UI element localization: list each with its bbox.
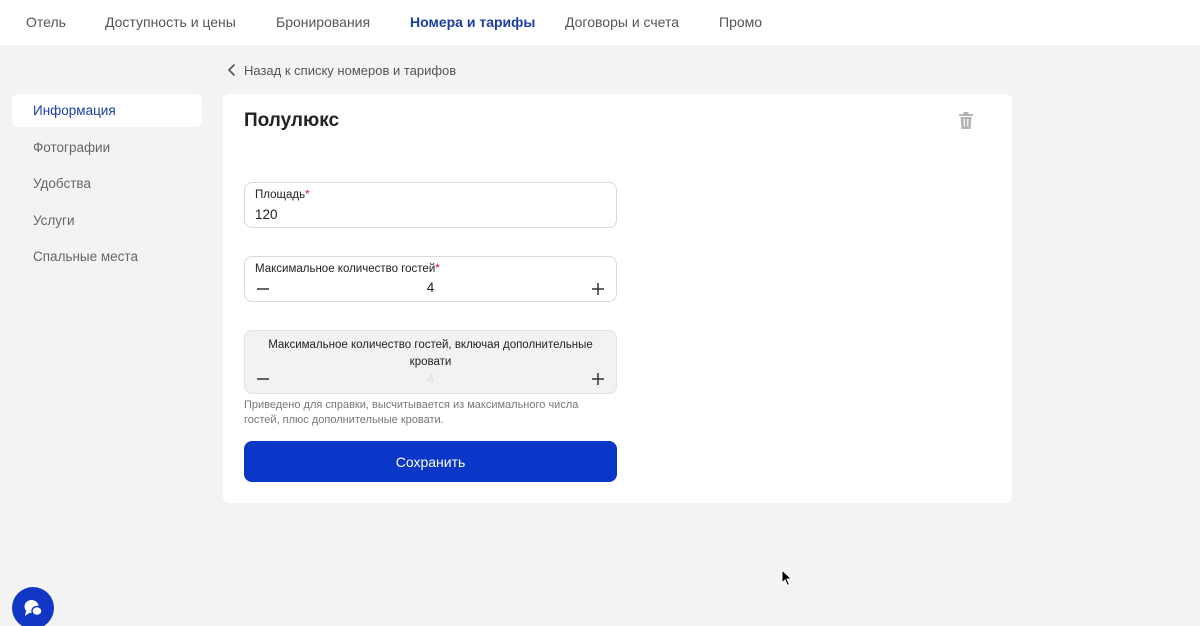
hint-text: Приведено для справки, высчитывается из … (244, 399, 579, 426)
page-title: Полулюкс (244, 110, 340, 131)
sidebar-item-information[interactable]: Информация (12, 94, 202, 127)
tab-contracts-invoices[interactable]: Договоры и счета (565, 14, 679, 30)
tab-promo[interactable]: Промо (719, 14, 762, 30)
trash-icon[interactable] (956, 110, 976, 130)
chevron-left-icon (228, 64, 235, 76)
tab-hotel[interactable]: Отель (26, 14, 66, 30)
sidebar-item-amenities[interactable]: Удобства (12, 167, 202, 200)
top-navigation: Отель Доступность и цены Бронирования Но… (0, 0, 1200, 45)
area-label: Площадь* (255, 189, 310, 201)
max-guests-value: 4 (426, 280, 435, 295)
max-guests-label: Максимальное количество гостей* (255, 263, 440, 275)
required-mark: * (305, 189, 310, 201)
sidebar-item-beds[interactable]: Спальные места (12, 240, 202, 273)
sidebar-item-photos[interactable]: Фотографии (12, 131, 202, 164)
chat-button[interactable] (12, 587, 54, 626)
plus-icon[interactable] (590, 371, 606, 387)
max-guests-extra-stepper: Максимальное количество гостей, включая … (244, 330, 617, 394)
back-link-label: Назад к списку номеров и тарифов (244, 62, 457, 78)
area-field: Площадь* (244, 182, 617, 228)
area-input[interactable] (255, 207, 595, 222)
tab-rooms-rates[interactable]: Номера и тарифы (410, 14, 535, 30)
sidebar-item-services[interactable]: Услуги (12, 204, 202, 237)
sidebar: Информация Фотографии Удобства Услуги Сп… (12, 94, 202, 277)
save-button[interactable]: Сохранить (244, 441, 617, 482)
max-guests-extra-label: Максимальное количество гостей, включая … (268, 339, 593, 368)
tab-bookings[interactable]: Бронирования (276, 14, 370, 30)
back-link[interactable]: Назад к списку номеров и тарифов (224, 62, 456, 78)
room-info-card: Полулюкс Площадь* Максимальное количеств… (223, 94, 1012, 503)
required-mark: * (435, 263, 440, 275)
max-guests-stepper: Максимальное количество гостей* 4 (244, 256, 617, 302)
plus-icon[interactable] (590, 281, 606, 297)
tab-availability-prices[interactable]: Доступность и цены (105, 14, 236, 30)
max-guests-extra-value: 4 (426, 371, 435, 386)
mouse-cursor-icon (781, 569, 793, 587)
chat-bubble-icon (24, 600, 43, 617)
